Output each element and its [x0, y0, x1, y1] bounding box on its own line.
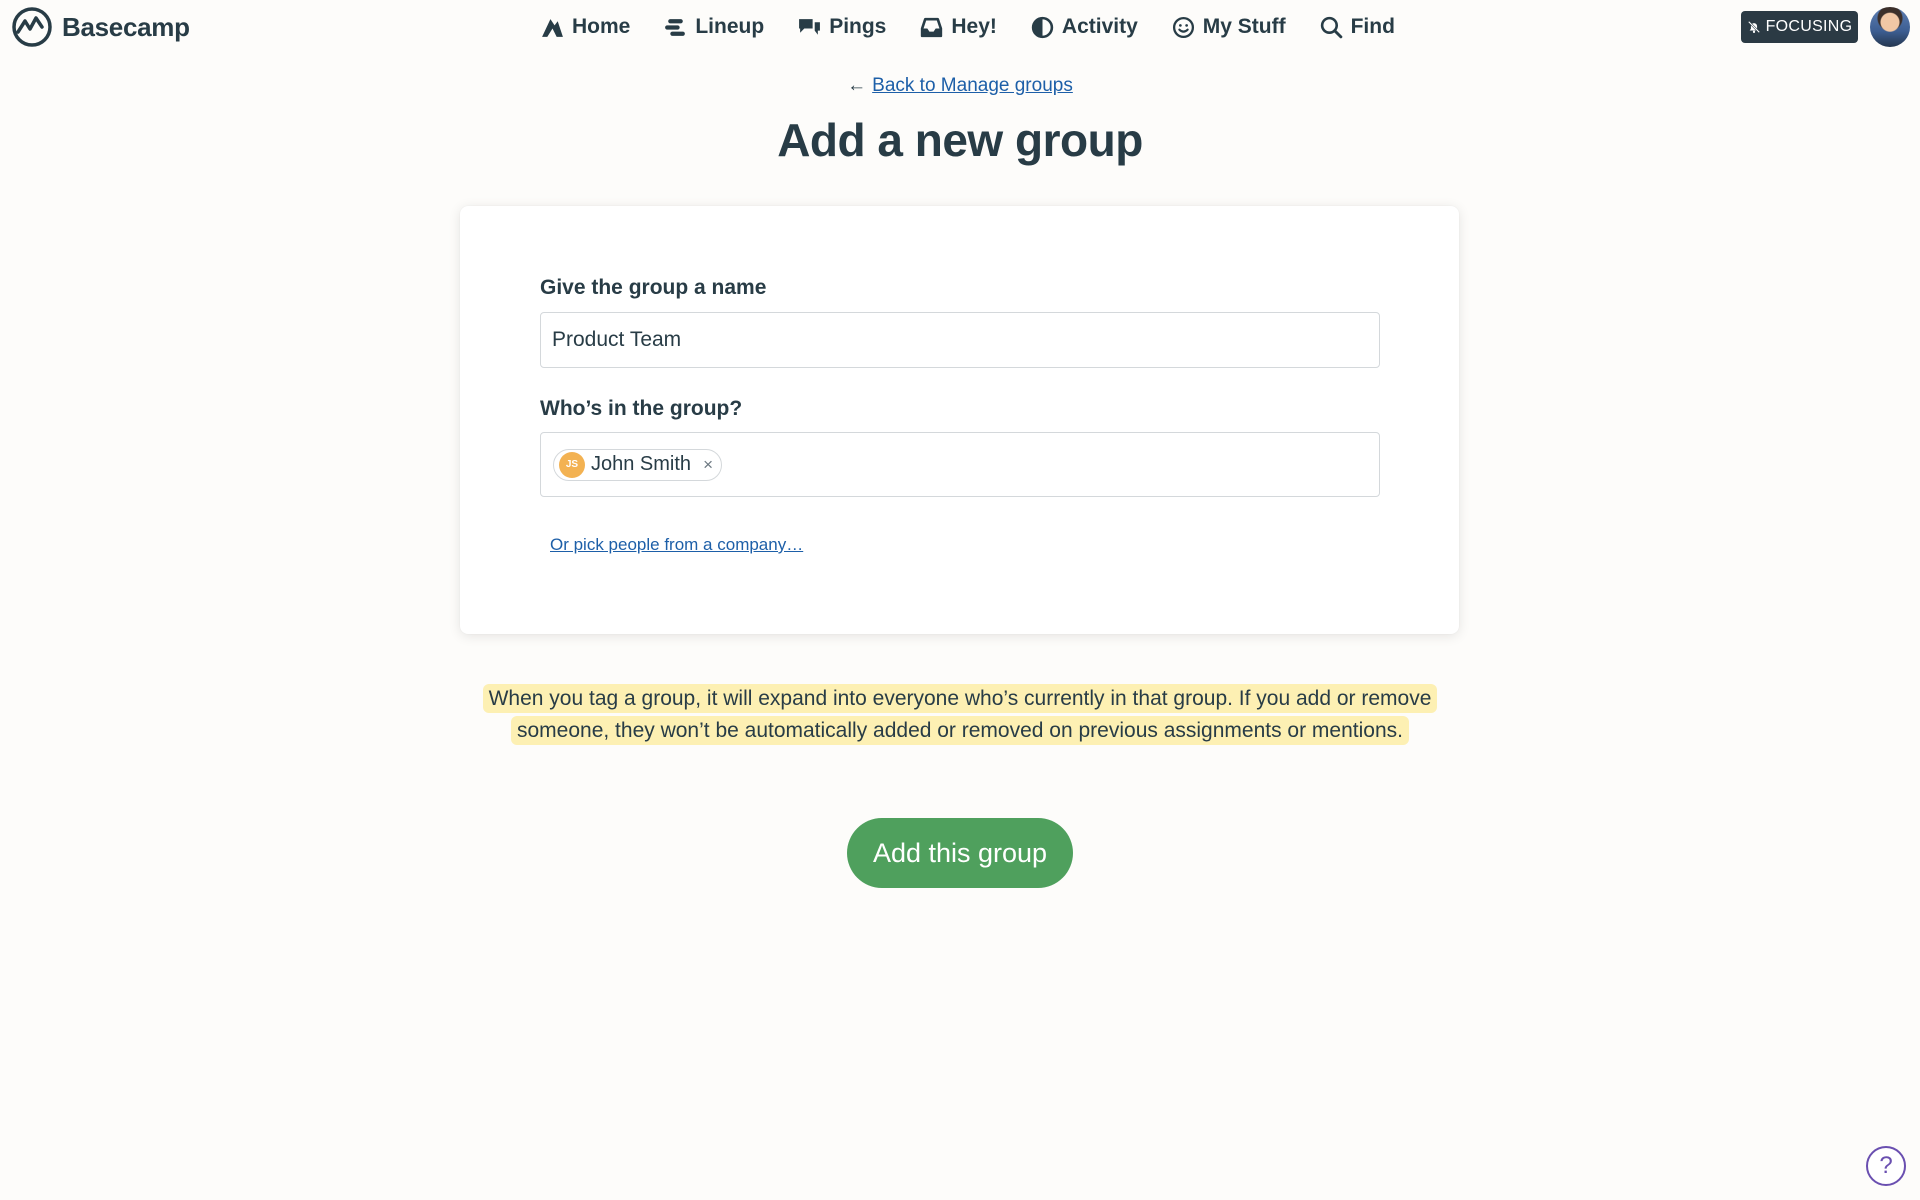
nav-activity-label: Activity: [1061, 15, 1138, 38]
activity-icon: [1031, 16, 1054, 38]
nav-find-label: Find: [1350, 15, 1395, 38]
group-members-field[interactable]: JS John Smith ×: [540, 432, 1380, 497]
member-name: John Smith: [591, 453, 692, 475]
back-link-row: ← Back to Manage groups: [0, 75, 1920, 97]
pick-from-company-link[interactable]: Or pick people from a company…: [550, 535, 803, 555]
nav-home[interactable]: Home: [540, 12, 630, 42]
nav-pings[interactable]: Pings: [797, 12, 886, 42]
user-avatar[interactable]: [1870, 7, 1910, 47]
back-arrow-icon: ←: [847, 75, 867, 96]
group-name-input[interactable]: [540, 312, 1380, 368]
add-group-button[interactable]: Add this group: [847, 818, 1073, 888]
page-title: Add a new group: [777, 114, 1143, 166]
group-tag-note-text: When you tag a group, it will expand int…: [482, 684, 1438, 745]
member-chip: JS John Smith ×: [553, 448, 722, 481]
remove-member-icon[interactable]: ×: [703, 455, 713, 475]
nav-my-stuff[interactable]: My Stuff: [1171, 12, 1286, 42]
nav-home-label: Home: [572, 15, 631, 38]
nav-find[interactable]: Find: [1319, 12, 1395, 42]
focusing-label: FOCUSING: [1765, 18, 1853, 35]
brand-home-link[interactable]: Basecamp: [12, 7, 190, 47]
main-nav: Home Lineup Pings Hey! Activity My Stuff…: [540, 12, 1428, 42]
home-icon: [542, 18, 563, 37]
member-search-input[interactable]: [730, 444, 1379, 485]
nav-hey-label: Hey!: [951, 15, 997, 38]
nav-lineup-label: Lineup: [695, 15, 765, 38]
group-form-card: Give the group a name Who’s in the group…: [460, 206, 1459, 634]
inbox-icon: [921, 17, 943, 37]
nav-pings-label: Pings: [829, 15, 887, 38]
back-to-manage-groups-link[interactable]: Back to Manage groups: [872, 75, 1073, 96]
group-tag-note: When you tag a group, it will expand int…: [480, 683, 1440, 747]
group-members-label: Who’s in the group?: [540, 397, 743, 420]
help-button[interactable]: ?: [1866, 1146, 1906, 1186]
pings-icon: [799, 18, 821, 35]
bell-off-icon: [1747, 21, 1760, 33]
nav-hey[interactable]: Hey!: [919, 12, 997, 42]
member-avatar: JS: [559, 451, 585, 478]
top-navigation: Basecamp Home Lineup Pings Hey! Activity…: [0, 0, 1920, 54]
focusing-button[interactable]: FOCUSING: [1741, 11, 1858, 43]
nav-lineup[interactable]: Lineup: [663, 12, 764, 42]
basecamp-logo-icon: [12, 7, 52, 47]
group-name-label: Give the group a name: [540, 276, 767, 299]
search-icon: [1320, 16, 1342, 38]
nav-my-stuff-label: My Stuff: [1202, 15, 1286, 38]
brand-name: Basecamp: [62, 11, 190, 42]
smiley-icon: [1172, 16, 1194, 38]
help-icon: ?: [1879, 1152, 1893, 1179]
nav-activity[interactable]: Activity: [1030, 12, 1138, 42]
lineup-icon: [665, 18, 686, 36]
